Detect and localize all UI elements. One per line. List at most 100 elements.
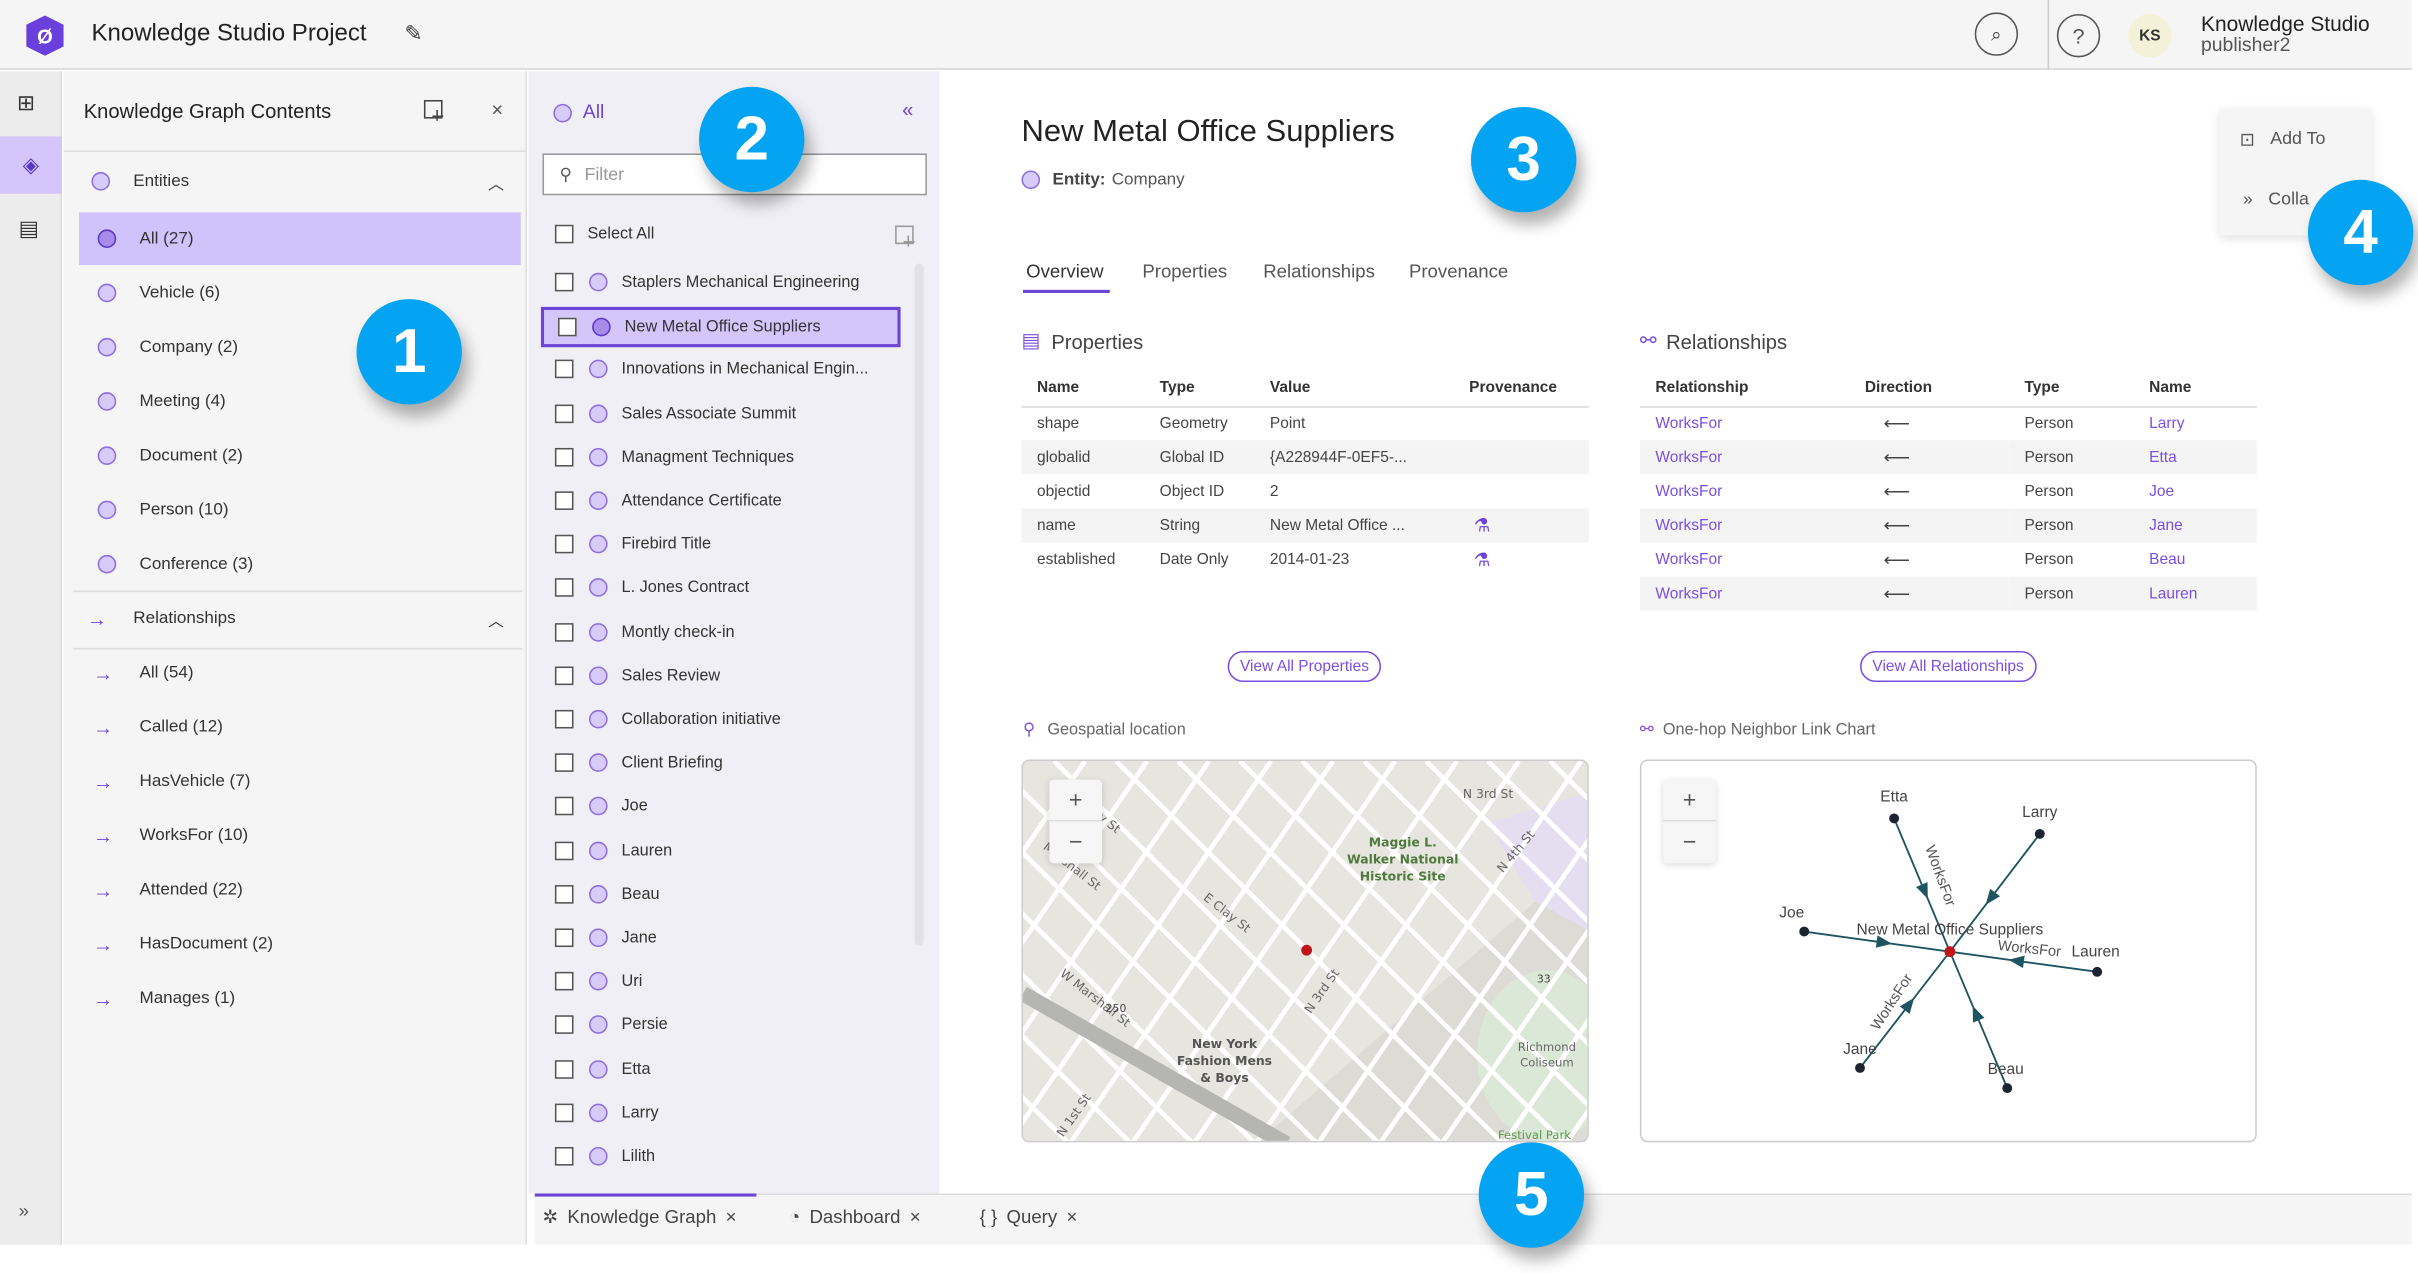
link-chart-canvas[interactable]: EttaLarryJoeLaurenJaneBeauWorksForWorksF… — [1641, 761, 2256, 1142]
neighbor-node[interactable] — [2034, 828, 2045, 839]
checkbox[interactable] — [554, 841, 574, 860]
collapse-button[interactable]: » Colla — [2243, 191, 2309, 210]
tab-overview[interactable]: Overview — [1026, 260, 1104, 282]
close-icon[interactable]: × — [1066, 1206, 1077, 1228]
checkbox[interactable] — [554, 622, 574, 642]
checkbox[interactable] — [554, 491, 574, 510]
zoom-in-button[interactable]: + — [1049, 780, 1103, 822]
name-link[interactable]: Jane — [2133, 508, 2257, 543]
avatar[interactable]: KS — [2128, 13, 2172, 58]
checkbox[interactable] — [554, 578, 574, 598]
checkbox[interactable] — [554, 447, 574, 467]
relationship-link[interactable]: WorksFor — [1639, 440, 1850, 475]
checkbox[interactable] — [554, 666, 574, 685]
entities-header[interactable]: Entities ︿ — [73, 155, 519, 208]
zoom-out-button[interactable]: − — [1663, 822, 1716, 864]
entity-filter-item[interactable]: All (27) — [79, 212, 521, 266]
checkbox[interactable] — [558, 318, 577, 337]
entity-list-item[interactable]: Lilith — [554, 1138, 899, 1175]
relationship-link[interactable]: WorksFor — [1639, 508, 1850, 543]
neighbor-node[interactable] — [1889, 813, 1900, 824]
checkbox[interactable] — [554, 709, 574, 729]
provenance-icon[interactable]: ⚗ — [1474, 549, 1491, 571]
add-to-button[interactable]: ⊡ Add To — [2240, 129, 2326, 150]
search-button[interactable]: ⌕ — [1974, 12, 2019, 56]
checkbox[interactable] — [554, 753, 574, 773]
relationship-link[interactable]: WorksFor — [1640, 406, 1849, 440]
relationship-link[interactable]: WorksFor — [1640, 474, 1849, 508]
entity-list-item[interactable]: Persie — [554, 1007, 899, 1044]
neighbor-node[interactable] — [2002, 1083, 2013, 1094]
zoom-out-button[interactable]: − — [1049, 822, 1102, 864]
checkbox[interactable] — [554, 1103, 574, 1122]
map-canvas[interactable]: W Clay StE Clay StW Marshall StMarshall … — [1022, 761, 1589, 1142]
entity-list-item[interactable]: Innovations in Mechanical Engin... — [554, 351, 899, 388]
name-link[interactable]: Larry — [2134, 406, 2257, 440]
entity-list-item[interactable]: Collaboration initiative — [554, 701, 899, 738]
entity-list-item[interactable]: Etta — [554, 1050, 899, 1087]
map-view[interactable]: W Clay StE Clay StW Marshall StMarshall … — [1021, 759, 1589, 1143]
entity-list-item[interactable]: Sales Review — [554, 657, 899, 694]
scrollbar[interactable] — [914, 263, 924, 946]
checkbox[interactable] — [554, 1015, 574, 1035]
entity-list-item[interactable]: Sales Associate Summit — [554, 395, 899, 432]
relationship-filter-item[interactable]: → All (54) — [79, 646, 522, 699]
expand-icon[interactable]: » — [19, 1200, 29, 1222]
entity-list-item[interactable]: Managment Techniques — [554, 438, 899, 475]
tab-knowledge-graph[interactable]: ✲ Knowledge Graph × — [543, 1206, 737, 1228]
tab-provenance[interactable]: Provenance — [1409, 260, 1508, 282]
tab-query[interactable]: { } Query × — [980, 1206, 1078, 1228]
entity-list-item[interactable]: Montly check-in — [554, 613, 899, 650]
graph-tree-icon[interactable]: ⊞ — [17, 90, 35, 116]
entity-filter-item[interactable]: Conference (3) — [79, 538, 521, 591]
checkbox[interactable] — [554, 272, 574, 292]
entity-list-item[interactable]: Uri — [554, 963, 899, 1000]
link-chart[interactable]: Etta Larry Joe Lauren Jane Beau WorksFor WorksF… — [1639, 759, 2257, 1143]
relationship-filter-item[interactable]: → WorksFor (10) — [79, 809, 522, 862]
entity-list-item[interactable]: L. Jones Contract — [554, 569, 899, 606]
relationship-filter-item[interactable]: → Manages (1) — [79, 972, 522, 1025]
close-icon[interactable]: × — [910, 1206, 921, 1228]
checkbox[interactable] — [554, 403, 574, 423]
checkbox[interactable] — [554, 360, 574, 379]
relationships-header[interactable]: → Relationships ︿ — [73, 592, 519, 645]
checkbox[interactable] — [554, 797, 574, 816]
view-all-relationships-button[interactable]: View All Relationships — [1860, 651, 2037, 682]
relationship-filter-item[interactable]: → HasVehicle (7) — [79, 755, 522, 808]
name-link[interactable]: Joe — [2134, 474, 2257, 508]
entity-filter-item[interactable]: Vehicle (6) — [79, 267, 521, 320]
relationship-link[interactable]: WorksFor — [1639, 576, 1850, 611]
entity-list-item[interactable]: Larry — [554, 1094, 899, 1131]
checkbox[interactable] — [554, 1059, 574, 1079]
checkbox[interactable] — [554, 884, 574, 904]
entity-list-item[interactable]: Joe — [554, 788, 899, 825]
checkbox[interactable] — [554, 224, 574, 244]
entity-list-item[interactable]: Jane — [554, 919, 899, 956]
checkbox[interactable] — [554, 535, 574, 554]
tab-relationships[interactable]: Relationships — [1263, 260, 1375, 282]
close-icon[interactable]: × — [726, 1206, 737, 1228]
relationship-filter-item[interactable]: → Attended (22) — [79, 863, 522, 916]
entity-list-item[interactable]: New Metal Office Suppliers — [540, 307, 901, 348]
entity-list-item[interactable]: Attendance Certificate — [554, 482, 899, 519]
view-all-properties-button[interactable]: View All Properties — [1227, 651, 1382, 682]
relationship-filter-item[interactable]: → HasDocument (2) — [79, 918, 522, 971]
name-link[interactable]: Beau — [2134, 543, 2257, 577]
save-icon[interactable]: ▤ — [19, 215, 40, 241]
edit-pencil-icon[interactable]: ✎ — [405, 20, 423, 46]
neighbor-node[interactable] — [1855, 1062, 1865, 1073]
checkbox[interactable] — [554, 972, 574, 991]
relationship-filter-item[interactable]: → Called (12) — [79, 701, 522, 754]
tab-dashboard[interactable]: ◔ Dashboard × — [789, 1206, 921, 1228]
add-to-icon[interactable] — [894, 225, 916, 247]
zoom-in-button[interactable]: + — [1663, 780, 1716, 822]
help-icon[interactable]: ? — [2056, 13, 2101, 58]
layers-icon[interactable]: ◈ — [0, 136, 62, 194]
entity-list-item[interactable]: Beau — [554, 875, 899, 912]
location-marker[interactable] — [1301, 944, 1313, 956]
provenance-icon[interactable]: ⚗ — [1474, 515, 1491, 537]
collapse-left-icon[interactable]: « — [902, 98, 913, 121]
entity-list-item[interactable]: Staplers Mechanical Engineering — [554, 264, 899, 301]
close-icon[interactable]: × — [491, 98, 503, 121]
select-all-checkbox[interactable]: Select All — [554, 224, 654, 244]
